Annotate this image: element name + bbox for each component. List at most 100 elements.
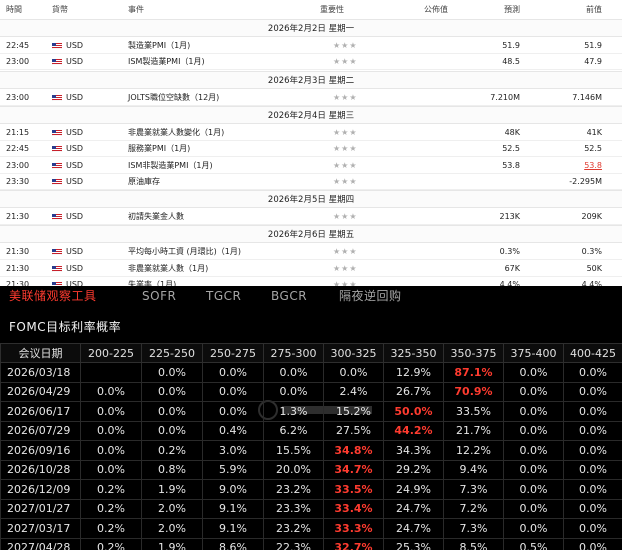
calendar-date-row: 2026年2月5日 星期四 — [0, 190, 622, 209]
column-header-rate-range: 375-400 — [503, 343, 564, 363]
calendar-date-row: 2026年2月2日 星期一 — [0, 19, 622, 37]
probability-cell: 24.9% — [383, 479, 444, 500]
probability-cell: 9.0% — [202, 479, 264, 500]
column-header-rate-range: 400-425 — [563, 343, 622, 363]
importance-star-icon: ★★★ — [333, 263, 358, 273]
probability-cell-highest: 33.5% — [323, 479, 384, 500]
currency-flag — [52, 214, 62, 221]
probability-cell: 20.0% — [263, 459, 324, 480]
table-row: 2026/12/09 0.2% 1.9% 9.0% 23.2% 33.5% 24.9% 7.3… — [0, 479, 622, 500]
calendar-event-row[interactable]: 23:00 USD ISM非製造業PMI（1月) ★★★ 53.8 53.8 — [0, 158, 622, 174]
probability-cell: 0.0% — [141, 401, 203, 422]
importance-star-icon: ★★★ — [333, 92, 358, 102]
table-row: 2026/04/29 0.0% 0.0% 0.0% 0.0% 2.4% 26.7% 70.9%… — [0, 381, 622, 402]
event-currency: USD — [66, 160, 84, 170]
calendar-event-row[interactable]: 22:45 USD 服務業PMI（1月) ★★★ 52.5 52.5 — [0, 141, 622, 158]
probability-cell-highest: 32.7% — [323, 537, 384, 550]
meeting-date: 2026/09/16 — [0, 440, 81, 461]
column-header-rate-range: 300-325 — [323, 343, 384, 363]
probability-cell: 1.9% — [141, 537, 203, 550]
tab-tgcr[interactable]: TGCR — [206, 288, 241, 304]
event-previous: 52.5 — [584, 144, 602, 154]
probability-cell: 0.0% — [202, 381, 264, 402]
event-name[interactable]: 原油庫存 — [128, 174, 160, 190]
calendar-date-row: 2026年2月3日 星期二 — [0, 70, 622, 89]
header-time: 時間 — [6, 5, 22, 14]
event-name[interactable]: 服務業PMI（1月) — [128, 141, 190, 157]
probability-cell-highest: 50.0% — [383, 401, 444, 422]
column-header-rate-range: 200-225 — [80, 343, 142, 363]
probability-cell-highest: 33.4% — [323, 498, 384, 519]
us-flag-icon — [52, 129, 62, 136]
calendar-event-row[interactable]: 23:00 USD JOLTS職位空缺數（12月) ★★★ 7.210M 7.146M — [0, 90, 622, 106]
event-name[interactable]: 非農業就業人數（1月) — [128, 261, 208, 277]
event-forecast: 52.5 — [502, 144, 520, 154]
probability-cell: 0.0% — [141, 381, 203, 402]
probability-cell-highest: 70.9% — [443, 381, 504, 402]
event-name[interactable]: 平均每小時工資 (月環比)（1月) — [128, 244, 241, 260]
calendar-date: 2026年2月3日 星期二 — [267, 75, 355, 86]
event-previous: 0.3% — [581, 247, 602, 257]
probability-cell-highest: 87.1% — [443, 362, 504, 383]
event-forecast: 48K — [504, 127, 520, 137]
probability-cell: 0.0% — [563, 498, 622, 519]
column-header-rate-range: 225-250 — [141, 343, 203, 363]
event-previous[interactable]: 53.8 — [584, 158, 602, 174]
calendar-event-row[interactable]: 23:30 USD 原油庫存 ★★★ -2.295M — [0, 174, 622, 190]
probability-cell: 15.5% — [263, 440, 324, 461]
us-flag-icon — [52, 146, 62, 153]
event-forecast: 53.8 — [502, 160, 520, 170]
probability-cell: 0.0% — [80, 440, 142, 461]
probability-cell: 2.4% — [323, 381, 384, 402]
calendar-event-row[interactable]: 21:30 USD 初請失業金人數 ★★★ 213K 209K — [0, 209, 622, 226]
probability-cell: 27.5% — [323, 420, 384, 441]
calendar-event-row[interactable]: 23:00 USD ISM製造業PMI（1月) ★★★ 48.5 47.9 — [0, 54, 622, 71]
tab-overnight-reverse-repo[interactable]: 隔夜逆回购 — [339, 288, 402, 304]
event-name[interactable]: 非農業就業人數變化（1月) — [128, 125, 224, 141]
event-name[interactable]: 初請失業金人數 — [128, 209, 184, 225]
table-row: 2026/06/17 0.0% 0.0% 0.0% 1.3% 15.2% 50.0% 33.5… — [0, 401, 622, 422]
calendar-event-row[interactable]: 21:15 USD 非農業就業人數變化（1月) ★★★ 48K 41K — [0, 125, 622, 141]
event-currency: USD — [66, 263, 84, 273]
fomc-probability-table: 会议日期 200-225 225-250 250-275 275-300 300-325 3… — [0, 343, 622, 550]
table-header-row: 会议日期 200-225 225-250 250-275 275-300 300-325 3… — [0, 343, 622, 363]
event-name[interactable]: JOLTS職位空缺數（12月) — [128, 90, 219, 106]
tab-sofr[interactable]: SOFR — [142, 288, 176, 304]
currency-flag — [52, 43, 62, 49]
column-header-meeting-date: 会议日期 — [0, 343, 81, 363]
calendar-event-row[interactable]: 21:30 USD 非農業就業人數（1月) ★★★ 67K 50K — [0, 261, 622, 277]
probability-cell: 12.2% — [443, 440, 504, 461]
probability-cell: 0.0% — [263, 362, 324, 383]
probability-cell: 7.3% — [443, 479, 504, 500]
probability-cell: 0.0% — [563, 459, 622, 480]
probability-cell: 0.0% — [563, 537, 622, 550]
probability-cell: 22.3% — [263, 537, 324, 550]
event-name[interactable]: ISM製造業PMI（1月) — [128, 54, 205, 70]
probability-cell: 9.1% — [202, 498, 264, 519]
currency-flag — [52, 162, 62, 169]
event-currency: USD — [66, 247, 84, 257]
probability-cell: 0.8% — [141, 459, 203, 480]
probability-cell: 0.0% — [563, 362, 622, 383]
tab-bgcr[interactable]: BGCR — [271, 288, 307, 304]
probability-cell: 0.0% — [503, 440, 564, 461]
event-currency: USD — [66, 57, 84, 67]
meeting-date: 2026/07/29 — [0, 420, 81, 441]
us-flag-icon — [52, 59, 62, 66]
currency-flag — [52, 129, 62, 136]
us-flag-icon — [52, 162, 62, 169]
us-flag-icon — [52, 214, 62, 221]
event-time: 23:00 — [6, 92, 30, 102]
table-row: 2027/04/28 0.2% 1.9% 8.6% 22.3% 32.7% 25.3% 8.5… — [0, 537, 622, 550]
calendar-event-row[interactable]: 22:45 USD 製造業PMI（1月) ★★★ 51.9 51.9 — [0, 38, 622, 54]
column-header-rate-range: 325-350 — [383, 343, 444, 363]
probability-cell: 15.2% — [323, 401, 384, 422]
tab-fedwatch[interactable]: 美联储观察工具 — [9, 288, 97, 304]
calendar-header: 時間 貨幣 事件 重要性 公佈值 預測 前值 — [0, 2, 622, 18]
event-previous: 47.9 — [584, 57, 602, 67]
calendar-date: 2026年2月2日 星期一 — [267, 24, 355, 34]
probability-cell: 0.0% — [323, 362, 384, 383]
event-name[interactable]: ISM非製造業PMI（1月) — [128, 158, 213, 174]
calendar-event-row[interactable]: 21:30 USD 平均每小時工資 (月環比)（1月) ★★★ 0.3% 0.3% — [0, 244, 622, 261]
event-name[interactable]: 製造業PMI（1月) — [128, 38, 190, 54]
